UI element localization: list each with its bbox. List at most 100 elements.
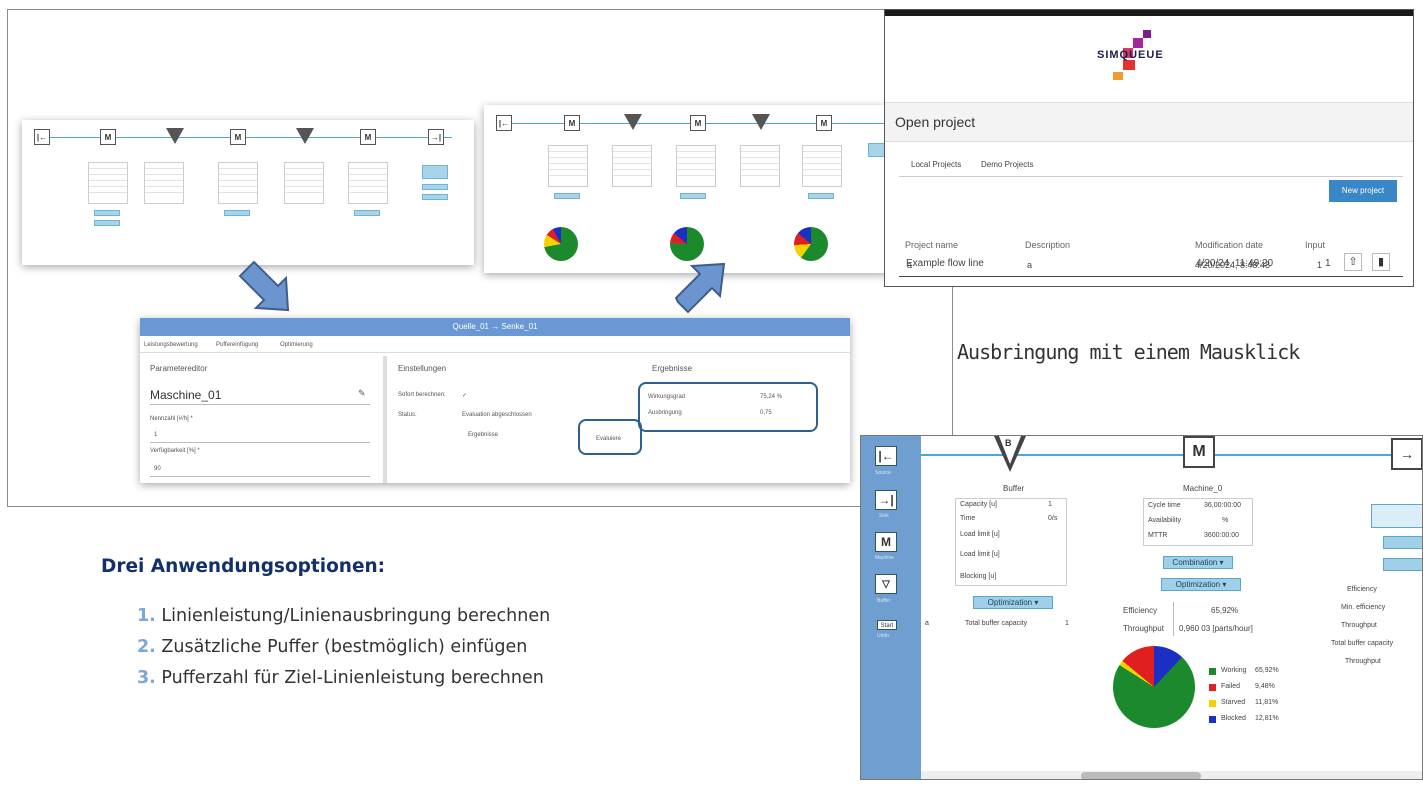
machine-table: Cycle time 36,00:00:00 Availability % MT… <box>1143 498 1253 546</box>
sidebar-caption-buffer: Buffer <box>877 598 891 604</box>
field2-input[interactable]: 90 <box>154 466 161 472</box>
simqueue-logo: SIMQUEUE <box>1095 28 1215 88</box>
throughput-value: 0,960 03 [parts/hour] <box>1179 624 1253 633</box>
pie-chart <box>794 227 828 261</box>
right-throughput-label: Throughput <box>1341 622 1377 629</box>
tab-optimierung[interactable]: Optimierung <box>280 342 313 348</box>
option-text: Zusätzliche Puffer (bestmöglich) einfüge… <box>161 637 528 657</box>
machine-node: M <box>230 129 246 145</box>
sink-node: →| <box>428 129 444 145</box>
sink-icon[interactable]: →| <box>875 490 897 510</box>
sink-badge <box>1371 504 1422 528</box>
sidebar-caption-sink: Sink <box>879 513 889 519</box>
sidebar <box>861 436 921 779</box>
machine-node: M <box>100 129 116 145</box>
field1-input[interactable]: 1 <box>154 432 157 438</box>
pie-chart <box>544 227 578 261</box>
buffer-row-value: 1 <box>1048 501 1052 508</box>
buffer-row-label: Load limit [u] <box>960 551 1000 558</box>
machine-pie-chart <box>1113 646 1195 728</box>
source-node: |← <box>34 129 50 145</box>
option-item-2: 2. Zusätzliche Puffer (bestmöglich) einf… <box>137 637 527 657</box>
option-number: 2. <box>137 637 156 657</box>
legend-failed-value: 9,48% <box>1255 683 1275 690</box>
buffer-row-label: Time <box>960 515 976 522</box>
row2-name-visible[interactable]: Example flow line <box>906 258 984 269</box>
legend-starved-label: Starved <box>1221 699 1246 706</box>
buffer-row-label: Blocking [u] <box>960 573 997 580</box>
tab-demo-projects[interactable]: Demo Projects <box>981 160 1033 169</box>
upload-icon[interactable]: ⇧ <box>1344 253 1362 271</box>
param-editor-header: Parametereditor <box>150 364 208 373</box>
flowline-screenshot-1: |← M M M →| <box>22 120 474 265</box>
evaluate-button[interactable]: Evaluiere <box>596 436 621 442</box>
legend-swatch <box>1209 684 1216 691</box>
combination-button[interactable]: Combination ▾ <box>1163 556 1233 569</box>
machine-row-label: MTTR <box>1148 532 1168 539</box>
auto-calc-checkbox[interactable]: ✓ <box>462 392 467 399</box>
machine-optimization-button[interactable]: Optimization ▾ <box>1161 578 1241 591</box>
machine-row-value: 3600:00:00 <box>1204 532 1240 539</box>
tab-local-projects[interactable]: Local Projects <box>911 160 961 169</box>
buffer-row-label: Load limit [u] <box>960 531 1000 538</box>
delete-icon[interactable]: ▮ <box>1372 253 1390 271</box>
right-throughput-label-2: Throughput <box>1345 658 1381 665</box>
throughput-label: Ausbringung <box>648 410 682 416</box>
edge-text: a <box>925 620 929 627</box>
throughput-value: 0,75 <box>760 410 772 416</box>
options-heading: Drei Anwendungsoptionen: <box>101 556 386 577</box>
tab-leistungsbewertung[interactable]: Leistungsbewertung <box>144 342 198 348</box>
machine-node: M <box>360 129 376 145</box>
field2-label: Verfügbarkeit [%] * <box>150 448 200 454</box>
buffer-node <box>296 128 314 144</box>
col-description: Description <box>1025 240 1071 250</box>
edit-icon[interactable]: ✎ <box>358 388 366 399</box>
option-item-3: 3. Pufferzahl für Ziel-Linienleistung be… <box>137 668 544 688</box>
legend-swatch <box>1209 716 1216 723</box>
buffer-row-value: 0/s <box>1048 515 1058 522</box>
buffer-capacity-value: 1 <box>1065 620 1069 627</box>
zoomed-screenshot: |← Source →| Sink M Machine ▽ Buffer Sta… <box>860 435 1423 780</box>
throughput-label: Throughput <box>1123 624 1164 633</box>
machine-name-field[interactable]: Maschine_01 <box>150 388 221 402</box>
buffer-node <box>624 114 642 130</box>
col-project-name: Project name <box>905 240 959 250</box>
efficiency-label: Efficiency <box>1123 606 1158 615</box>
sidebar-caption-source: Source <box>875 470 891 476</box>
start-button[interactable]: Start <box>877 620 897 630</box>
results-button[interactable]: Ergebnisse <box>468 432 498 438</box>
sink-button[interactable] <box>1383 536 1422 549</box>
legend-blocked-label: Blocked <box>1221 715 1246 722</box>
buffer-b-label: B <box>1005 438 1012 448</box>
pie-chart <box>670 227 704 261</box>
source-icon[interactable]: |← <box>875 446 897 466</box>
sidebar-caption-machine: Machine <box>875 555 894 561</box>
efficiency-label: Wirkungsgrad <box>648 394 686 400</box>
buffer-icon[interactable]: ▽ <box>875 574 897 594</box>
new-project-button[interactable]: New project <box>1329 180 1397 202</box>
machine-node: M <box>564 115 580 131</box>
efficiency-value: 75,24 % <box>760 394 783 400</box>
option-text: Linienleistung/Linienausbringung berechn… <box>161 606 551 626</box>
sink-node: → <box>1391 438 1422 470</box>
buffer-optimization-button[interactable]: Optimization ▾ <box>973 596 1053 609</box>
caption-right: Ausbringung mit einem Mausklick <box>957 340 1300 364</box>
open-project-title: Open project <box>895 114 976 130</box>
machine-icon[interactable]: M <box>875 532 897 552</box>
right-buffer-capacity-label: Total buffer capacity <box>1331 640 1394 647</box>
machine-node: M <box>690 115 706 131</box>
buffer-node <box>166 128 184 144</box>
field1-label: Nennzahl [#/h] * <box>150 416 193 422</box>
source-node: |← <box>496 115 512 131</box>
right-efficiency-label: Efficiency <box>1347 586 1377 593</box>
tab-puffereinfuegung[interactable]: Puffereinfügung <box>216 342 258 348</box>
machine-row-value: % <box>1222 517 1229 524</box>
right-min-efficiency-label: Min. efficiency <box>1341 604 1386 611</box>
evaluation-dialog: Quelle_01 → Senke_01 Leistungsbewertung … <box>140 318 850 483</box>
open-project-screenshot: SIMQUEUE Open project Local Projects Dem… <box>884 9 1414 287</box>
machine-title: Machine_0 <box>1183 484 1223 493</box>
option-text: Pufferzahl für Ziel-Linienleistung berec… <box>161 668 544 688</box>
col-input: Input <box>1305 240 1326 250</box>
legend-starved-value: 11,81% <box>1255 699 1279 706</box>
sink-button[interactable] <box>1383 558 1422 571</box>
